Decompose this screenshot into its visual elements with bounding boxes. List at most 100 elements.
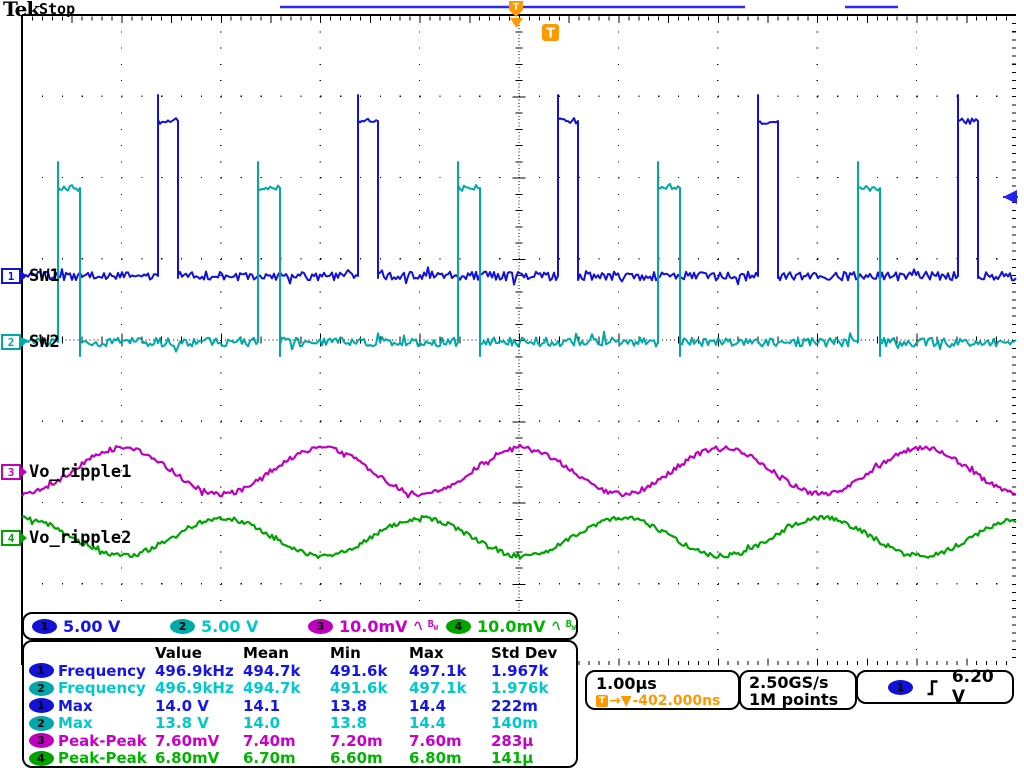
channel-3-scale-readout: 3 10.0mV BW bbox=[300, 617, 438, 636]
measurement-row: 3 Peak-Peak7.60mV7.40m7.20m7.60m283µ bbox=[24, 732, 576, 750]
channel-2-badge: 2 bbox=[170, 619, 195, 634]
measurement-max: 14.4 bbox=[409, 714, 491, 732]
measurement-value: 14.0 V bbox=[155, 697, 243, 715]
measurement-min: 7.20m bbox=[330, 732, 409, 750]
measurement-row: 1Max14.0 V14.113.814.4222m bbox=[24, 697, 576, 715]
channel-4-scale-readout: 4 10.0mV BW bbox=[438, 617, 576, 636]
ac-coupling-icon bbox=[552, 620, 560, 632]
channel-4-label: Vo_ripple2 bbox=[29, 528, 131, 548]
vertical-scale-value: 10.0mV bbox=[339, 617, 408, 636]
bw-limit-indicator: BW bbox=[428, 620, 438, 633]
measurement-std: 1.967k bbox=[491, 662, 571, 680]
measurement-max: 6.80m bbox=[409, 749, 491, 767]
channel-4-badge: 4 bbox=[1, 530, 21, 546]
vertical-scale-value: 5.00 V bbox=[201, 617, 258, 636]
channel-marker-arrow-icon bbox=[21, 533, 27, 543]
oscilloscope-screen: TT Tek Stop 1SW12SW23Vo_ripple14Vo_rippl… bbox=[0, 0, 1024, 768]
measurement-column-header: Min bbox=[330, 644, 409, 662]
channel-3-badge: 3 bbox=[308, 619, 333, 634]
measurement-std: 283µ bbox=[491, 732, 571, 750]
channel-3-badge: 3 bbox=[29, 733, 54, 748]
measurement-std: 141µ bbox=[491, 749, 571, 767]
trigger-delay: T →▼ -402.000ns bbox=[596, 693, 738, 709]
delay-arrow-icon: →▼ bbox=[609, 693, 632, 709]
measurement-max: 497.1k bbox=[409, 662, 491, 680]
channel-2-scale-readout: 2 5.00 V bbox=[162, 617, 300, 636]
measurement-max: 7.60m bbox=[409, 732, 491, 750]
channel-4-badge: 4 bbox=[446, 619, 471, 634]
measurement-mean: 494.7k bbox=[243, 679, 330, 697]
measurement-row: 1Frequency496.9kHz494.7k491.6k497.1k1.96… bbox=[24, 662, 576, 680]
channel-1-badge: 1 bbox=[29, 698, 54, 713]
measurement-row: 2 Frequency496.9kHz494.7k491.6k497.1k1.97… bbox=[24, 679, 576, 697]
measurement-row: 2Max13.8 V14.013.814.4140m bbox=[24, 714, 576, 732]
channel-marker-arrow-icon bbox=[21, 271, 27, 281]
svg-text:T: T bbox=[513, 3, 520, 13]
measurement-mean: 14.1 bbox=[243, 697, 330, 715]
measurement-value: 13.8 V bbox=[155, 714, 243, 732]
measurement-std: 1.976k bbox=[491, 679, 571, 697]
measurement-name: Peak-Peak bbox=[58, 749, 155, 767]
channel-readout-bar: 1 5.00 V 2 5.00 V 3 10.0mV BW 4 10.0mV BW bbox=[22, 612, 578, 640]
channel-marker-arrow-icon bbox=[21, 467, 27, 477]
measurement-min: 491.6k bbox=[330, 679, 409, 697]
measurement-name: Max bbox=[58, 714, 155, 732]
top-markers: TT bbox=[280, 1, 1018, 204]
graticule bbox=[22, 15, 1016, 665]
measurement-value: 496.9kHz bbox=[155, 662, 243, 680]
measurement-column-header: Mean bbox=[243, 644, 330, 662]
channel-3-marker: 3 bbox=[1, 464, 27, 480]
bw-limit-indicator: BW bbox=[566, 620, 576, 633]
measurement-row: 4 Peak-Peak6.80mV6.70m6.60m6.80m141µ bbox=[24, 749, 576, 767]
delay-value: -402.000ns bbox=[633, 693, 721, 709]
channel-1-badge: 1 bbox=[32, 619, 57, 634]
channel-3-label: Vo_ripple1 bbox=[29, 462, 131, 482]
measurement-std: 222m bbox=[491, 697, 571, 715]
vertical-scale-value: 10.0mV bbox=[477, 617, 546, 636]
channel-1-badge: 1 bbox=[1, 268, 21, 284]
measurement-column-header: Max bbox=[409, 644, 491, 662]
trigger-flag-icon: T bbox=[596, 695, 608, 707]
channel-4-badge: 4 bbox=[29, 751, 54, 766]
measurement-mean: 6.70m bbox=[243, 749, 330, 767]
trigger-readout: 1 6.20 V bbox=[856, 670, 1014, 704]
measurement-max: 497.1k bbox=[409, 679, 491, 697]
channel-2-badge: 2 bbox=[29, 716, 54, 731]
rising-edge-icon bbox=[926, 679, 939, 696]
channel-4-marker: 4 bbox=[1, 530, 27, 546]
trigger-source-badge: 1 bbox=[888, 680, 913, 695]
measurement-min: 13.8 bbox=[330, 714, 409, 732]
channel-marker-arrow-icon bbox=[21, 337, 27, 347]
measurement-mean: 7.40m bbox=[243, 732, 330, 750]
channel-2-badge: 2 bbox=[29, 681, 54, 696]
channel-2-label: SW2 bbox=[29, 332, 60, 352]
measurement-value: 7.60mV bbox=[155, 732, 243, 750]
timebase-scale: 1.00µs bbox=[596, 674, 738, 693]
measurement-table: ValueMeanMinMaxStd Dev1Frequency496.9kHz… bbox=[22, 640, 578, 768]
measurement-name: Max bbox=[58, 697, 155, 715]
vertical-scale-value: 5.00 V bbox=[63, 617, 120, 636]
horizontal-readout: 1.00µs T →▼ -402.000ns bbox=[585, 670, 740, 710]
channel-3-badge: 3 bbox=[1, 464, 21, 480]
sample-rate: 2.50GS/s bbox=[749, 674, 855, 691]
measurement-name: Frequency bbox=[58, 679, 155, 697]
channel-1-scale-readout: 1 5.00 V bbox=[24, 617, 162, 636]
measurement-min: 6.60m bbox=[330, 749, 409, 767]
channel-1-marker: 1 bbox=[1, 268, 27, 284]
channel-2-badge: 2 bbox=[1, 334, 21, 350]
record-length: 1M points bbox=[749, 691, 855, 708]
measurement-column-header: Std Dev bbox=[491, 644, 571, 662]
measurement-min: 13.8 bbox=[330, 697, 409, 715]
measurement-name: Peak-Peak bbox=[58, 732, 155, 750]
measurement-min: 491.6k bbox=[330, 662, 409, 680]
measurement-column-header: Value bbox=[155, 644, 243, 662]
measurement-value: 496.9kHz bbox=[155, 679, 243, 697]
svg-text:T: T bbox=[546, 27, 555, 42]
trigger-level: 6.20 V bbox=[952, 667, 1012, 707]
measurement-mean: 14.0 bbox=[243, 714, 330, 732]
measurement-value: 6.80mV bbox=[155, 749, 243, 767]
trigger-point-arrow-icon bbox=[510, 18, 523, 28]
channel-1-badge: 1 bbox=[29, 663, 54, 678]
measurement-header-row: ValueMeanMinMaxStd Dev bbox=[24, 644, 576, 662]
channel-1-label: SW1 bbox=[29, 266, 60, 286]
